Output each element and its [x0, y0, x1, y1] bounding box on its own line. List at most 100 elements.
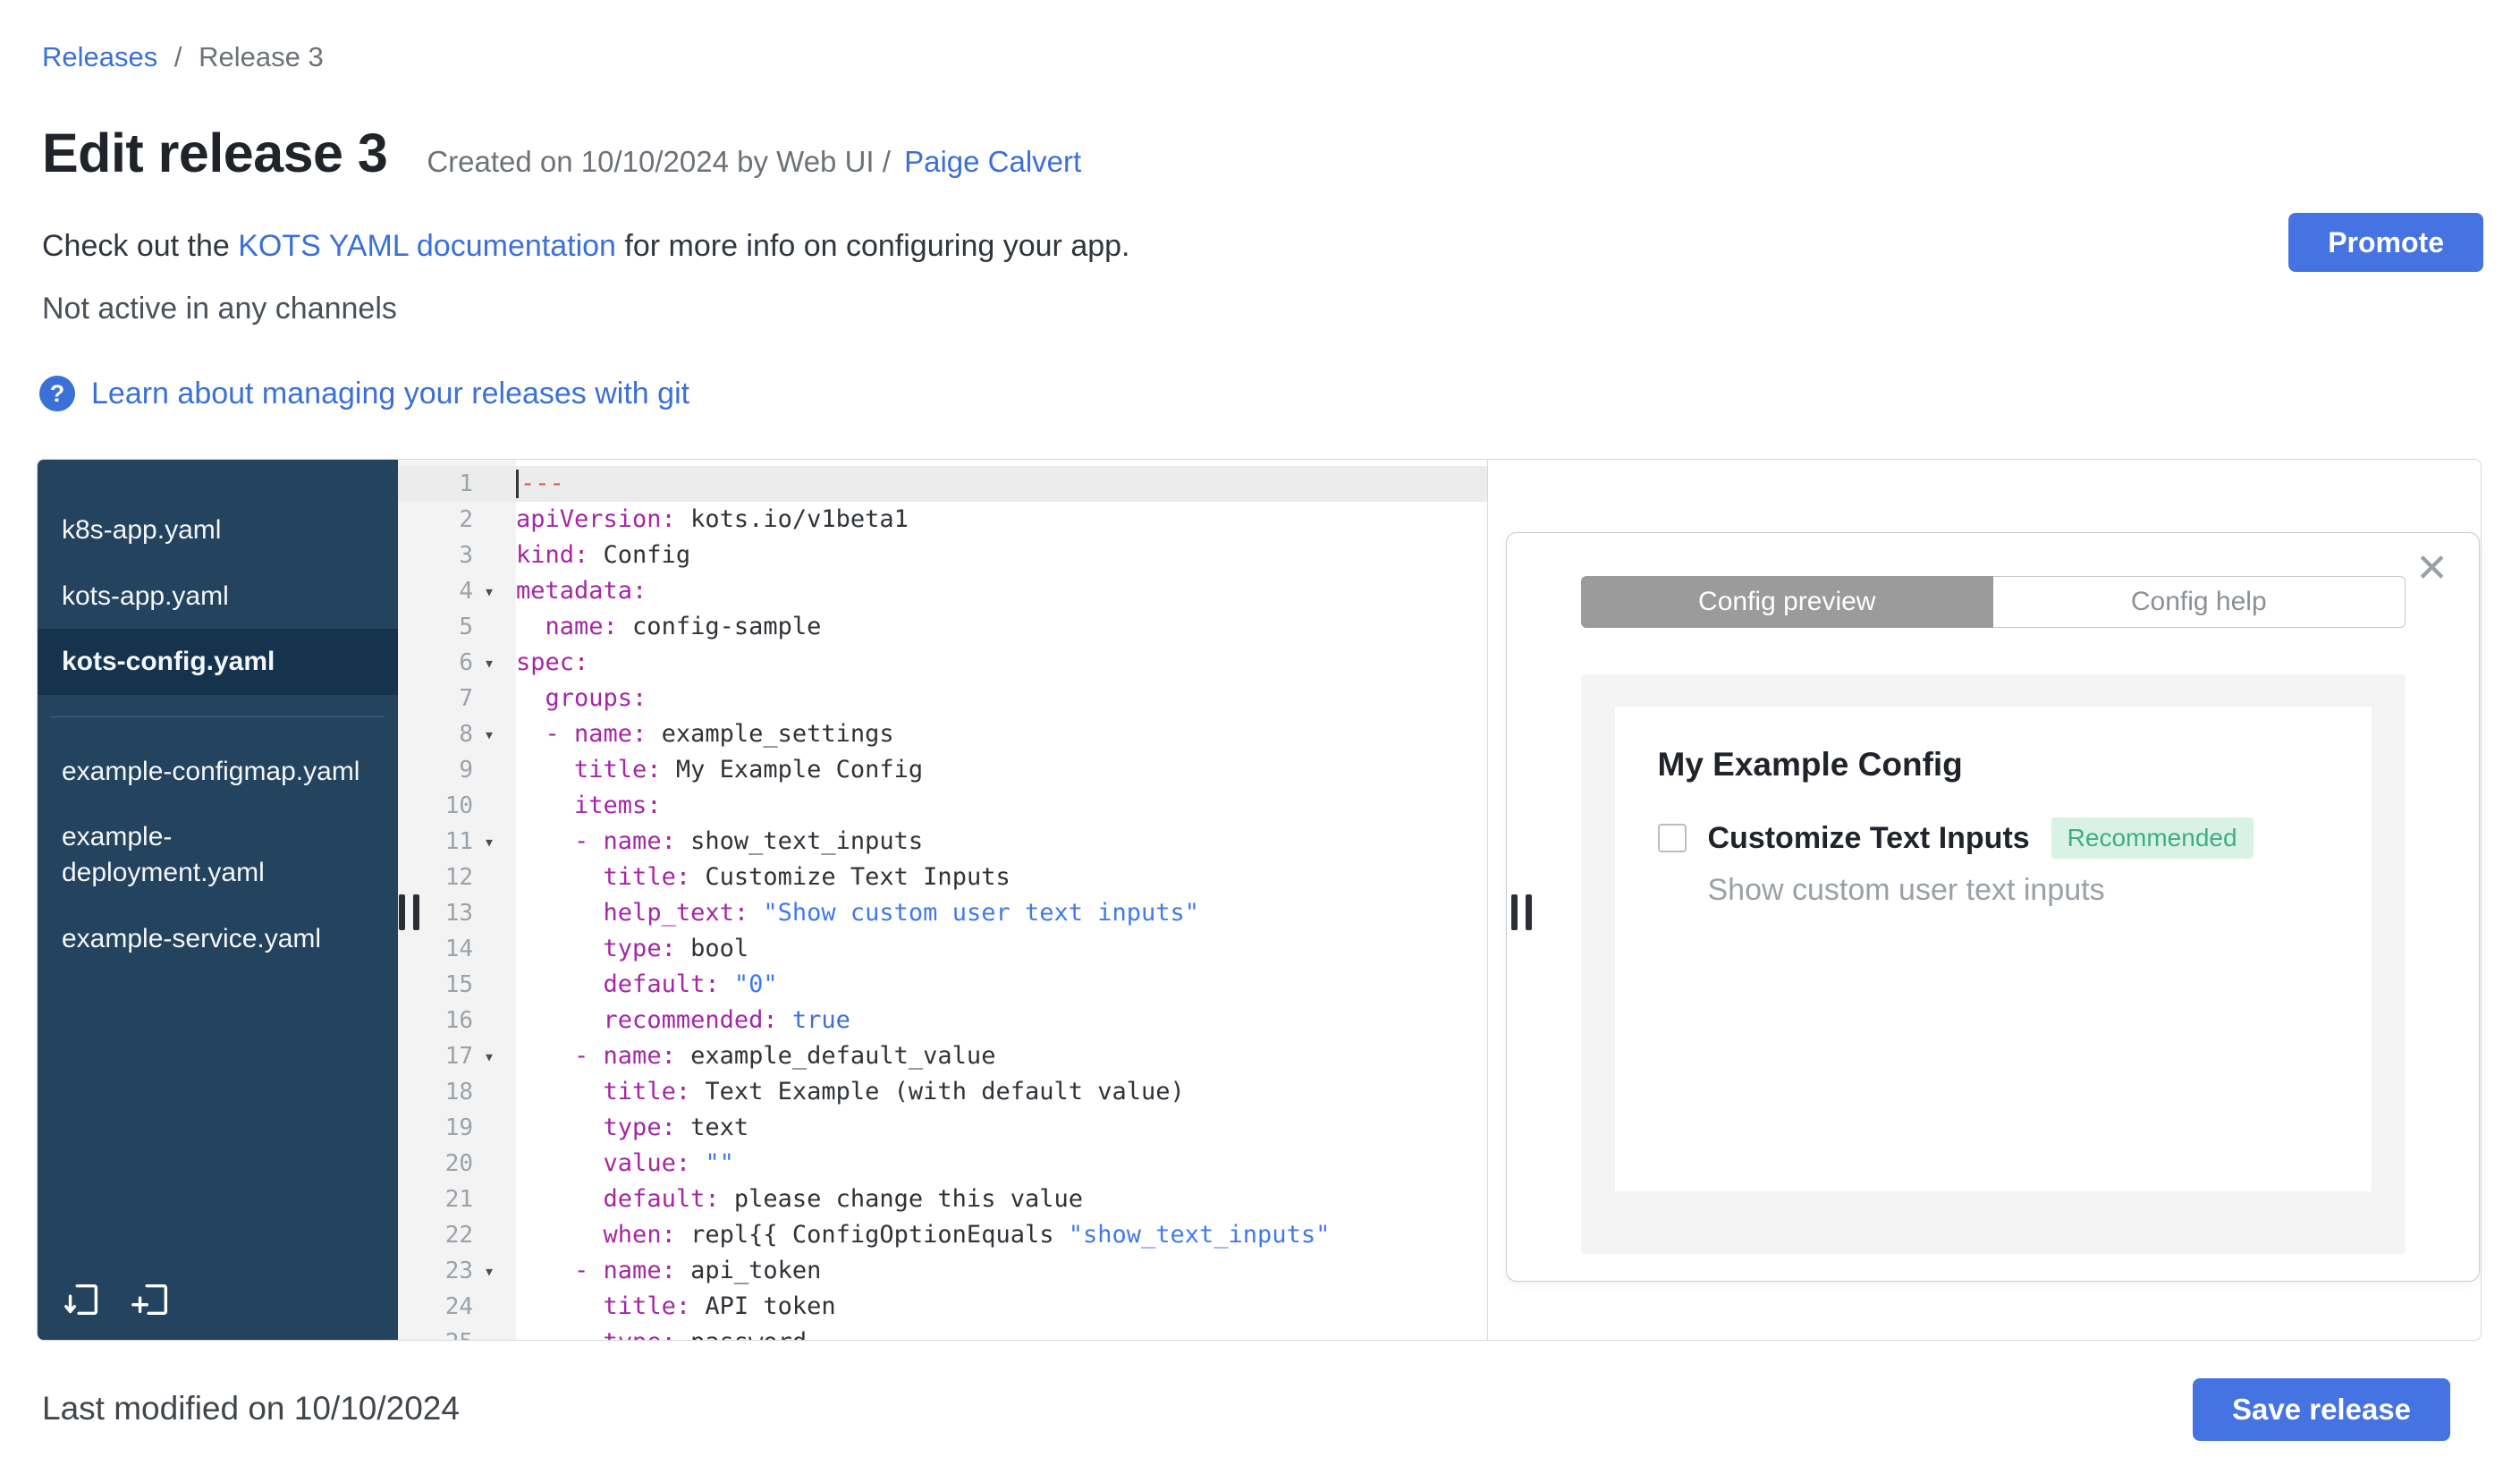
code-text: default: "0" — [603, 970, 778, 998]
code-text: title: My Example Config — [574, 756, 924, 784]
channel-status: Not active in any channels — [42, 292, 397, 326]
code-line-18[interactable]: 18 title: Text Example (with default val… — [398, 1074, 1487, 1110]
code-line-8[interactable]: 8 ▾ - name: example_settings — [398, 716, 1487, 752]
line-number: 12 — [444, 864, 473, 891]
file-item-example-deployment-yaml[interactable]: example-deployment.yaml — [38, 804, 398, 905]
line-number: 3 — [459, 542, 473, 569]
line-number: 16 — [444, 1007, 473, 1034]
code-text: when: repl{{ ConfigOptionEquals "show_te… — [603, 1221, 1331, 1249]
line-number: 1 — [459, 470, 473, 497]
config-group-title: My Example Config — [1657, 746, 1963, 783]
code-line-23[interactable]: 23 ▾ - name: api_token — [398, 1253, 1487, 1289]
code-line-10[interactable]: 10 items: — [398, 788, 1487, 824]
save-release-button[interactable]: Save release — [2192, 1378, 2450, 1441]
created-info: Created on 10/10/2024 by Web UI / Paige … — [427, 145, 1081, 179]
code-line-1[interactable]: 1 --- — [398, 466, 1487, 502]
code-line-4[interactable]: 4 ▾ metadata: — [398, 573, 1487, 609]
created-text: Created on 10/10/2024 by Web UI / — [427, 145, 891, 178]
kots-yaml-docs-link[interactable]: KOTS YAML documentation — [238, 229, 616, 263]
fold-arrow-icon[interactable]: ▾ — [484, 824, 516, 860]
sidebar-resize-handle[interactable] — [399, 894, 419, 930]
fold-arrow-icon[interactable]: ▾ — [484, 1253, 516, 1289]
code-line-15[interactable]: 15 default: "0" — [398, 967, 1487, 1003]
code-line-17[interactable]: 17 ▾ - name: example_default_value — [398, 1038, 1487, 1074]
customize-text-inputs-checkbox[interactable] — [1657, 824, 1687, 852]
fold-arrow-icon[interactable]: ▾ — [484, 1038, 516, 1074]
page-title: Edit release 3 — [42, 123, 388, 183]
code-line-19[interactable]: 19 type: text — [398, 1110, 1487, 1146]
code-text: help_text: "Show custom user text inputs… — [603, 899, 1200, 927]
file-item-kots-config-yaml[interactable]: kots-config.yaml — [38, 629, 398, 695]
git-releases-link[interactable]: Learn about managing your releases with … — [91, 377, 689, 411]
code-text: kind: Config — [516, 541, 691, 569]
last-modified: Last modified on 10/10/2024 — [42, 1390, 460, 1427]
code-line-21[interactable]: 21 default: please change this value — [398, 1182, 1487, 1217]
preview-resize-handle[interactable] — [1511, 894, 1532, 930]
code-text: type: text — [603, 1114, 749, 1141]
author-link[interactable]: Paige Calvert — [904, 145, 1081, 178]
tab-config-preview[interactable]: Config preview — [1580, 576, 1993, 628]
text-cursor — [516, 470, 519, 498]
config-preview-panel: ✕ Config preview Config help My Example C… — [1506, 532, 2480, 1282]
file-list: k8s-app.yaml kots-app.yaml kots-config.yam… — [38, 497, 398, 971]
line-number: 21 — [444, 1186, 473, 1213]
code-line-20[interactable]: 20 value: "" — [398, 1146, 1487, 1182]
breadcrumb-releases-link[interactable]: Releases — [42, 41, 157, 72]
code-line-5[interactable]: 5 name: config-sample — [398, 609, 1487, 645]
question-icon: ? — [39, 376, 75, 411]
line-number: 14 — [444, 936, 473, 962]
code-text: - name: example_default_value — [574, 1042, 996, 1070]
code-text: title: Customize Text Inputs — [603, 863, 1011, 891]
docs-hint: Check out the KOTS YAML documentation fo… — [42, 229, 1130, 264]
breadcrumb-current: Release 3 — [199, 41, 324, 72]
line-number: 11 — [444, 828, 473, 855]
file-item-example-configmap-yaml[interactable]: example-configmap.yaml — [38, 739, 398, 805]
code-line-9[interactable]: 9 title: My Example Config — [398, 752, 1487, 788]
code-line-12[interactable]: 12 title: Customize Text Inputs — [398, 860, 1487, 895]
fold-arrow-icon[interactable]: ▾ — [484, 645, 516, 681]
release-editor: k8s-app.yaml kots-app.yaml kots-config.yam… — [37, 459, 2482, 1341]
config-preview-body: My Example Config Customize Text Inputs … — [1580, 674, 2406, 1254]
code-line-3[interactable]: 3 kind: Config — [398, 538, 1487, 573]
breadcrumb-separator: / — [173, 41, 182, 72]
file-item-k8s-app-yaml[interactable]: k8s-app.yaml — [38, 497, 398, 563]
close-icon[interactable]: ✕ — [2415, 549, 2448, 589]
fold-arrow-icon[interactable]: ▾ — [484, 716, 516, 752]
new-file-icon[interactable] — [131, 1279, 173, 1320]
line-number: 2 — [459, 506, 473, 533]
code-line-24[interactable]: 24 title: API token — [398, 1289, 1487, 1325]
file-item-kots-app-yaml[interactable]: kots-app.yaml — [38, 563, 398, 630]
code-text: - name: api_token — [574, 1257, 822, 1284]
preview-tabs: Config preview Config help — [1580, 576, 2406, 628]
fold-arrow-icon[interactable]: ▾ — [484, 573, 516, 609]
breadcrumb: Releases / Release 3 — [42, 41, 324, 73]
code-text: type: bool — [603, 935, 749, 962]
code-line-13[interactable]: 13 help_text: "Show custom user text inp… — [398, 895, 1487, 931]
line-number: 4 — [459, 578, 473, 605]
git-help-row: ? Learn about managing your releases wit… — [39, 376, 689, 411]
code-line-7[interactable]: 7 groups: — [398, 681, 1487, 716]
recommended-badge: Recommended — [2051, 817, 2254, 859]
code-line-6[interactable]: 6 ▾ spec: — [398, 645, 1487, 681]
config-item-help: Show custom user text inputs — [1707, 873, 2105, 907]
file-list-divider — [51, 716, 385, 717]
code-line-11[interactable]: 11 ▾ - name: show_text_inputs — [398, 824, 1487, 860]
code-line-16[interactable]: 16 recommended: true — [398, 1003, 1487, 1038]
file-sidebar: k8s-app.yaml kots-app.yaml kots-config.yam… — [38, 460, 398, 1340]
tab-config-help[interactable]: Config help — [1993, 576, 2406, 628]
line-number: 5 — [459, 614, 473, 640]
yaml-editor[interactable]: 1 --- 2 apiVersion: kots.io/v1beta1 3 kind: C… — [398, 460, 1488, 1340]
promote-button[interactable]: Promote — [2288, 213, 2483, 272]
upload-file-icon[interactable] — [62, 1279, 103, 1320]
code-text: - name: show_text_inputs — [574, 827, 924, 855]
title-row: Edit release 3 Created on 10/10/2024 by … — [42, 122, 1081, 184]
code-line-14[interactable]: 14 type: bool — [398, 931, 1487, 967]
docs-hint-after: for more info on configuring your app. — [615, 229, 1130, 263]
code-line-2[interactable]: 2 apiVersion: kots.io/v1beta1 — [398, 502, 1487, 538]
line-number: 22 — [444, 1222, 473, 1249]
code-text: recommended: true — [603, 1006, 850, 1034]
code-line-25[interactable]: 25 type: password — [398, 1325, 1487, 1340]
file-item-example-service-yaml[interactable]: example-service.yaml — [38, 906, 398, 972]
code-text: metadata: — [516, 577, 647, 605]
code-line-22[interactable]: 22 when: repl{{ ConfigOptionEquals "show… — [398, 1217, 1487, 1253]
